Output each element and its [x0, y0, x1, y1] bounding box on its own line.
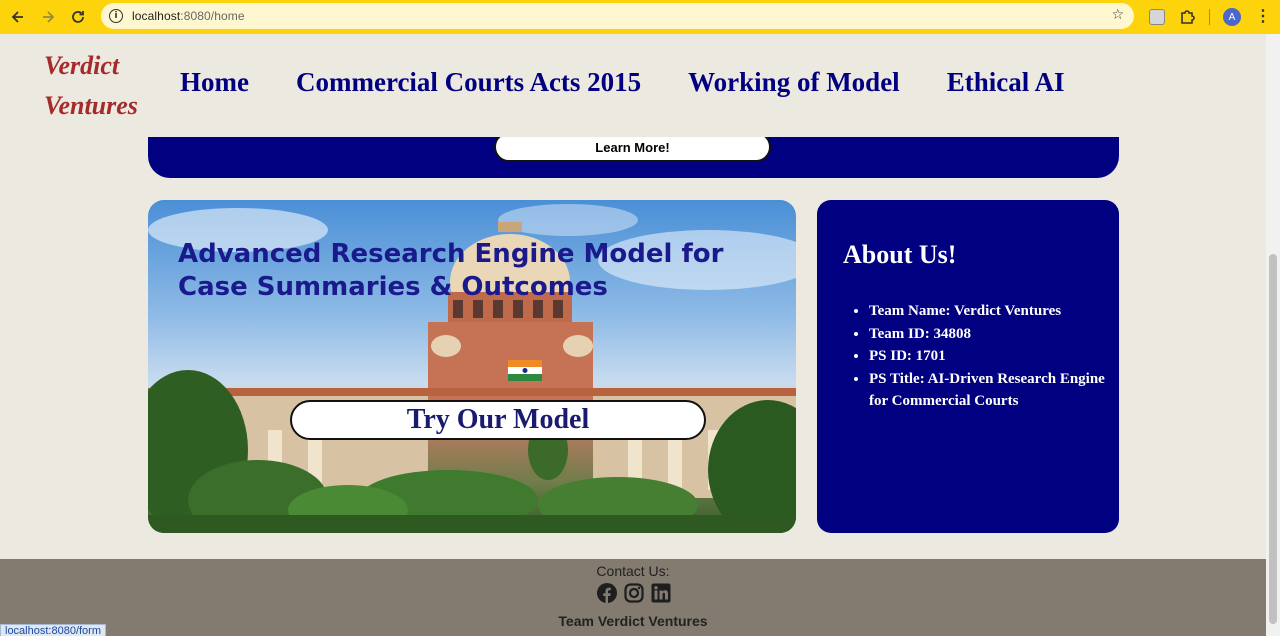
about-item-team-name: Team Name: Verdict Ventures [869, 300, 1109, 323]
site-footer: Contact Us: Team Verdict Ventures [0, 559, 1266, 636]
page-scrollbar[interactable] [1266, 34, 1280, 636]
about-item-ps-title: PS Title: AI-Driven Research Engine for … [869, 368, 1109, 413]
about-us-list: Team Name: Verdict Ventures Team ID: 348… [869, 300, 1109, 413]
profile-avatar[interactable]: A [1223, 8, 1241, 26]
instagram-icon[interactable] [624, 583, 644, 603]
social-links [597, 583, 678, 603]
nav-working-of-model[interactable]: Working of Model [688, 67, 900, 98]
contact-label: Contact Us: [596, 563, 670, 579]
back-icon[interactable] [3, 2, 33, 32]
url-text: localhost:8080/home [132, 9, 245, 23]
status-url-tooltip: localhost:8080/form [0, 624, 106, 636]
scroll-thumb[interactable] [1269, 254, 1277, 624]
browser-toolbar: i localhost:8080/home ☆ A ⋮ [0, 0, 1280, 34]
bookmark-star-icon[interactable]: ☆ [1111, 7, 1124, 23]
hero-title: Advanced Research Engine Model for Case … [178, 239, 724, 302]
site-header: Verdict Ventures Home Commercial Courts … [0, 34, 1266, 137]
forward-icon[interactable] [33, 2, 63, 32]
about-item-team-id: Team ID: 34808 [869, 323, 1109, 346]
nav-commercial-courts-acts[interactable]: Commercial Courts Acts 2015 [296, 67, 641, 98]
try-our-model-button[interactable]: Try Our Model [290, 400, 706, 440]
nav-ethical-ai[interactable]: Ethical AI [947, 67, 1065, 98]
linkedin-icon[interactable] [651, 583, 671, 603]
kebab-menu-icon[interactable]: ⋮ [1255, 9, 1271, 25]
facebook-icon[interactable] [597, 583, 617, 603]
reload-icon[interactable] [63, 2, 93, 32]
toolbar-divider [1209, 9, 1210, 25]
about-us-card: About Us! Team Name: Verdict Ventures Te… [817, 200, 1119, 533]
about-us-heading: About Us! [843, 240, 957, 269]
site-logo[interactable]: Verdict Ventures [44, 46, 138, 126]
site-info-icon[interactable]: i [109, 9, 123, 23]
nav-home[interactable]: Home [180, 67, 249, 98]
footer-team-name: Team Verdict Ventures [558, 613, 708, 629]
extensions-puzzle-icon[interactable] [1179, 9, 1195, 25]
hero-card: Advanced Research Engine Model for Case … [148, 200, 796, 533]
address-bar[interactable]: i localhost:8080/home ☆ [101, 3, 1134, 29]
extension-icon[interactable] [1149, 9, 1165, 25]
about-item-ps-id: PS ID: 1701 [869, 345, 1109, 368]
main-nav: Home Commercial Courts Acts 2015 Working… [180, 67, 1111, 98]
page-viewport: Learn More! Verdict Ventures Home Commer… [0, 34, 1266, 636]
